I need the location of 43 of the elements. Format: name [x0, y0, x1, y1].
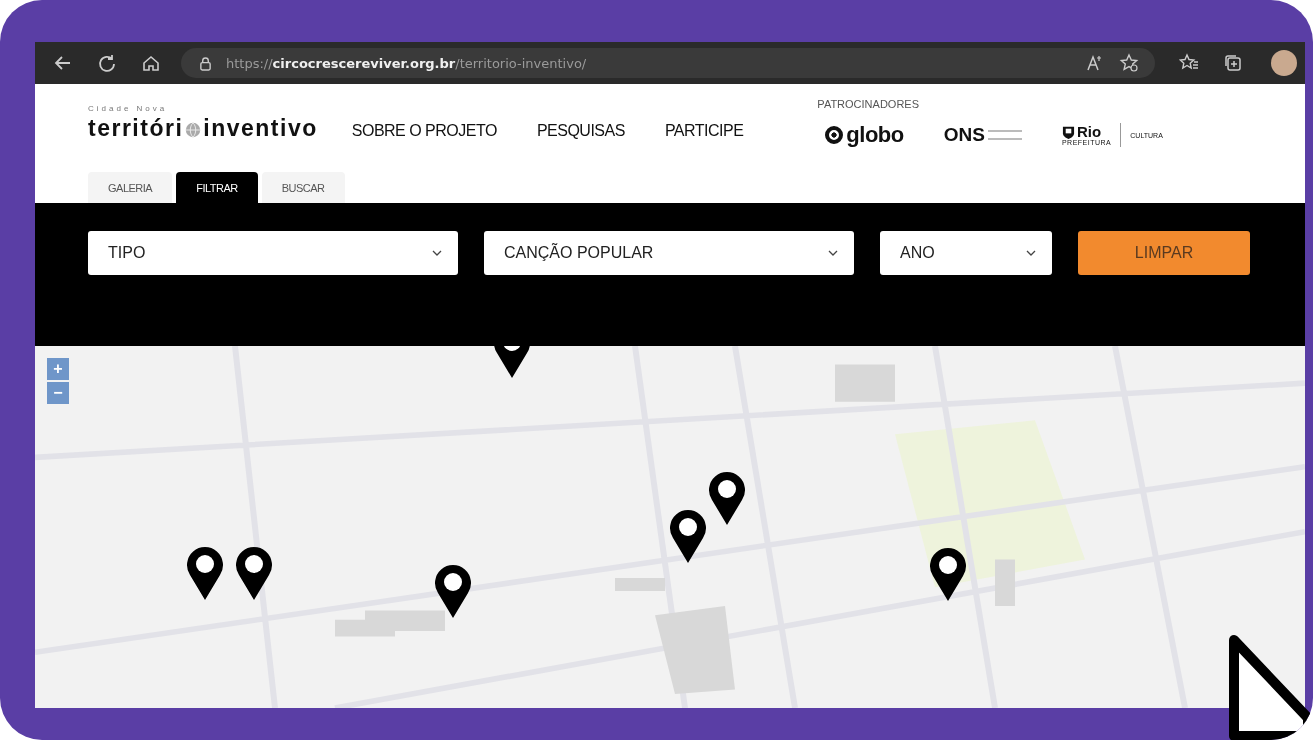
collections-icon[interactable] — [1223, 53, 1243, 73]
map-pin-icon[interactable] — [234, 545, 274, 601]
logo-word: territóri — [88, 115, 184, 142]
dropdown[interactable]: ANO — [880, 231, 1052, 275]
map-pin-icon[interactable] — [707, 470, 747, 526]
home-icon[interactable] — [141, 53, 161, 73]
dropdown[interactable]: CANÇÃO POPULAR — [484, 231, 854, 275]
logo-tagline: Cidade Nova — [88, 104, 169, 113]
tab[interactable]: GALERIA — [88, 172, 173, 203]
chevron-down-icon — [432, 250, 442, 256]
globe-icon — [184, 121, 203, 139]
map-pin-icon[interactable] — [185, 545, 225, 601]
clear-button[interactable]: LIMPAR — [1078, 231, 1250, 275]
nav-link[interactable]: SOBRE O PROJETO — [351, 122, 497, 140]
dropdown-value: ANO — [900, 244, 936, 262]
mouse-pointer-icon — [1226, 632, 1313, 740]
sponsor-logo-text: ONS — [943, 124, 985, 146]
sponsor-logo-text: globo — [846, 122, 904, 148]
site-logo[interactable]: Cidade Nova territóri inventivo — [88, 104, 318, 142]
chevron-down-icon — [1026, 250, 1036, 256]
nav-link[interactable]: PARTICIPE — [664, 122, 744, 140]
logo-lines-icon — [987, 130, 1022, 140]
tab[interactable]: FILTRAR — [176, 172, 258, 203]
map-pin-icon[interactable] — [668, 508, 708, 564]
map-pin-icon[interactable] — [433, 563, 473, 619]
refresh-icon[interactable] — [97, 53, 117, 73]
dropdown-value: CANÇÃO POPULAR — [504, 244, 655, 262]
tab[interactable]: BUSCAR — [261, 172, 345, 203]
nav-link[interactable]: PESQUISAS — [536, 122, 625, 140]
logo-word: inventivo — [203, 115, 318, 142]
address-bar[interactable]: https://circocrescereviver.org.br/territorio-inventivo/ — [181, 48, 1155, 78]
sponsors-heading: PATROCINADORES — [817, 98, 921, 110]
globo-logo-icon — [825, 126, 844, 144]
profile-avatar[interactable] — [1271, 50, 1297, 76]
dropdown[interactable]: TIPO — [88, 231, 458, 275]
url-text: https://circocrescereviver.org.br/territorio-inventivo/ — [226, 55, 587, 71]
lock-icon — [199, 55, 212, 71]
sponsor-logo-text: Rio — [1076, 124, 1102, 139]
map-pin-icon[interactable] — [928, 546, 968, 602]
chevron-down-icon — [828, 250, 838, 256]
crest-icon — [1061, 124, 1075, 139]
dropdown-value: TIPO — [108, 244, 147, 262]
add-favorite-icon[interactable] — [1119, 53, 1139, 73]
